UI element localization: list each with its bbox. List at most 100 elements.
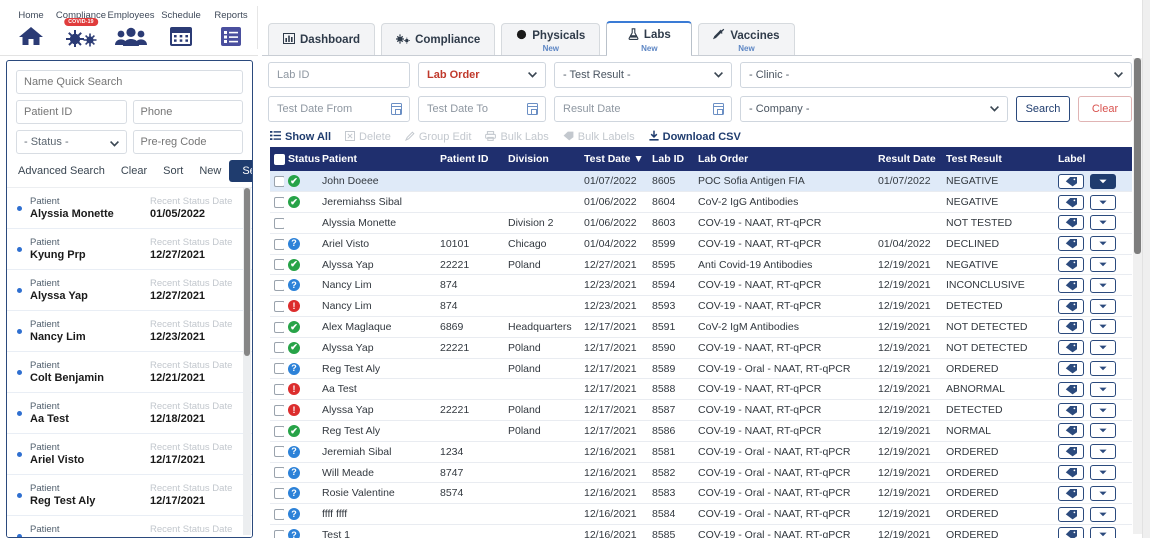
row-select-cell[interactable] (270, 254, 284, 275)
row-actions-caret-button[interactable] (1090, 527, 1116, 538)
row-actions-caret-button[interactable] (1090, 319, 1116, 334)
row-select-cell[interactable] (270, 400, 284, 421)
label-tag-button[interactable] (1058, 236, 1084, 251)
topnav-item-home[interactable]: Home (6, 0, 56, 49)
label-tag-button[interactable] (1058, 486, 1084, 501)
row-checkbox[interactable] (274, 446, 284, 457)
topnav-item-employees[interactable]: Employees (106, 0, 156, 49)
tab-vaccines[interactable]: VaccinesNew (698, 23, 794, 55)
name-quick-search-input[interactable] (16, 70, 243, 94)
clear-link[interactable]: Clear (113, 161, 155, 181)
row-actions-caret-button[interactable] (1090, 486, 1116, 501)
row-actions-caret-button[interactable] (1090, 507, 1116, 522)
row-checkbox[interactable] (274, 197, 284, 208)
row-actions-caret-button[interactable] (1090, 340, 1116, 355)
row-checkbox[interactable] (274, 176, 284, 187)
row-actions-caret-button[interactable] (1090, 236, 1116, 251)
row-checkbox[interactable] (274, 342, 284, 353)
calendar-icon[interactable] (391, 103, 402, 115)
row-actions-caret-button[interactable] (1090, 361, 1116, 376)
patient-list-item[interactable]: PatientAlyssia MonetteRecent Status Date… (7, 188, 252, 229)
row-select-cell[interactable] (270, 358, 284, 379)
label-tag-button[interactable] (1058, 195, 1084, 210)
row-checkbox[interactable] (274, 239, 284, 250)
row-actions-caret-button[interactable] (1090, 195, 1116, 210)
patient-list-scroll-thumb[interactable] (244, 188, 250, 356)
row-checkbox[interactable] (274, 488, 284, 499)
row-actions-caret-button[interactable] (1090, 403, 1116, 418)
patient-list-item[interactable]: PatientAlyssa YapRecent Status Date12/27… (7, 270, 252, 311)
topnav-item-compliance[interactable]: Compliance COVID-19 (56, 0, 106, 49)
row-select-cell[interactable] (270, 337, 284, 358)
status-select[interactable]: - Status - (16, 130, 127, 154)
patient-list-item[interactable]: PatientNancy LimRecent Status Date12/23/… (7, 311, 252, 352)
lab-order-filter[interactable]: Lab Order (418, 62, 546, 88)
sidebar-search-button[interactable]: Search (229, 160, 253, 182)
col-patient[interactable]: Patient (318, 147, 436, 171)
col-status[interactable]: Status (284, 147, 318, 171)
table-row[interactable]: Alyssia MonetteDivision 201/06/20228603C… (270, 213, 1132, 234)
row-select-cell[interactable] (270, 317, 284, 338)
phone-input[interactable] (133, 100, 244, 124)
row-actions-caret-button[interactable] (1090, 215, 1116, 230)
row-checkbox[interactable] (274, 405, 284, 416)
row-select-cell[interactable] (270, 441, 284, 462)
label-tag-button[interactable] (1058, 403, 1084, 418)
row-checkbox[interactable] (274, 467, 284, 478)
row-checkbox[interactable] (274, 363, 284, 374)
tab-labs[interactable]: LabsNew (606, 21, 692, 55)
table-row[interactable]: ✔Jeremiahss Sibal01/06/20228604CoV-2 IgG… (270, 192, 1132, 213)
tab-dashboard[interactable]: Dashboard (268, 23, 375, 55)
row-select-cell[interactable] (270, 296, 284, 317)
test-date-from-filter[interactable]: Test Date From (268, 96, 410, 122)
clear-button[interactable]: Clear (1078, 96, 1132, 122)
company-filter[interactable]: - Company - (740, 96, 1008, 122)
show-all-button[interactable]: Show All (270, 131, 331, 143)
label-tag-button[interactable] (1058, 174, 1084, 189)
calendar-icon[interactable] (527, 103, 538, 115)
row-select-cell[interactable] (270, 275, 284, 296)
row-checkbox[interactable] (274, 509, 284, 520)
test-result-filter[interactable]: - Test Result - (554, 62, 732, 88)
tab-compliance[interactable]: Compliance (381, 23, 495, 55)
patient-list-item[interactable]: PatientColt BenjaminRecent Status Date12… (7, 352, 252, 393)
table-row[interactable]: ✔Alyssa Yap22221P0land12/27/20218595Anti… (270, 254, 1132, 275)
clinic-filter[interactable]: - Clinic - (740, 62, 1132, 88)
table-row[interactable]: ?ffff ffff12/16/20218584COV-19 - Oral - … (270, 504, 1132, 525)
row-checkbox[interactable] (274, 322, 284, 333)
table-row[interactable]: ?Reg Test AlyP0land12/17/20218589COV-19 … (270, 358, 1132, 379)
col-lab-id[interactable]: Lab ID (648, 147, 694, 171)
row-actions-caret-button[interactable] (1090, 423, 1116, 438)
table-row[interactable]: ?Will Meade874712/16/20218582COV-19 - Or… (270, 462, 1132, 483)
main-scroll-thumb[interactable] (1134, 58, 1141, 254)
patient-list-item[interactable]: PatientAriel VistoRecent Status Date12/1… (7, 434, 252, 475)
row-checkbox[interactable] (274, 280, 284, 291)
table-row[interactable]: ?Rosie Valentine857412/16/20218583COV-19… (270, 483, 1132, 504)
patient-list-item[interactable]: PatientKyung PrpRecent Status Date12/27/… (7, 229, 252, 270)
label-tag-button[interactable] (1058, 361, 1084, 376)
row-select-cell[interactable] (270, 233, 284, 254)
topnav-item-schedule[interactable]: Schedule (156, 0, 206, 49)
row-actions-caret-button[interactable] (1090, 444, 1116, 459)
label-tag-button[interactable] (1058, 319, 1084, 334)
topnav-item-reports[interactable]: Reports (206, 0, 256, 49)
table-row[interactable]: ✔John Doeee01/07/20228605POC Sofia Antig… (270, 171, 1132, 192)
patient-list-item[interactable]: PatientJohn DoeRecent Status Date12/17/2… (7, 516, 252, 537)
label-tag-button[interactable] (1058, 465, 1084, 480)
row-actions-caret-button[interactable] (1090, 174, 1116, 189)
label-tag-button[interactable] (1058, 278, 1084, 293)
module-tabs[interactable]: DashboardCompliancePhysicalsNewLabsNewVa… (262, 20, 1132, 56)
label-tag-button[interactable] (1058, 382, 1084, 397)
col-result-date[interactable]: Result Date (874, 147, 942, 171)
select-all-header[interactable] (270, 147, 284, 171)
patient-list-scrollbar[interactable] (243, 188, 251, 535)
patient-list[interactable]: PatientAlyssia MonetteRecent Status Date… (7, 187, 252, 537)
label-tag-button[interactable] (1058, 257, 1084, 272)
row-select-cell[interactable] (270, 379, 284, 400)
calendar-icon[interactable] (713, 103, 724, 115)
label-tag-button[interactable] (1058, 215, 1084, 230)
row-checkbox[interactable] (274, 301, 284, 312)
result-date-filter[interactable]: Result Date (554, 96, 732, 122)
row-select-cell[interactable] (270, 504, 284, 525)
row-select-cell[interactable] (270, 525, 284, 538)
